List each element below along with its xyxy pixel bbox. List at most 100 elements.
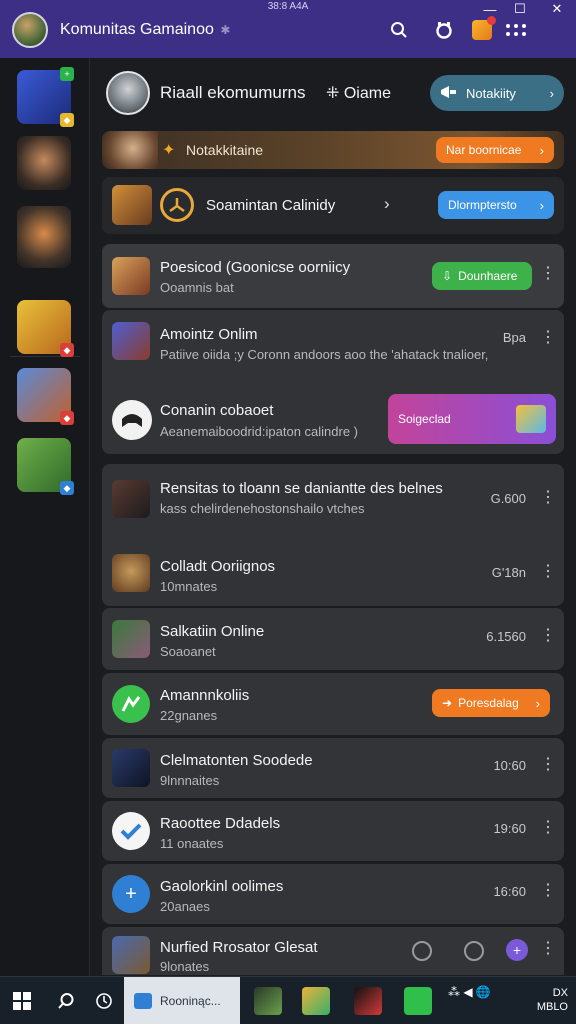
community-logo-icon <box>160 188 194 222</box>
item-time: 6.1560 <box>486 629 526 644</box>
rail-game-2[interactable] <box>17 136 71 190</box>
rail-game-4[interactable]: ◆ <box>17 300 74 357</box>
feed-action-button[interactable]: ➜ Poresdalag › <box>432 689 550 717</box>
item-subtitle: Soaoanet <box>160 644 216 659</box>
chevron-right-icon: › <box>539 142 544 158</box>
community-avatar[interactable] <box>106 71 150 115</box>
community-label: Soamintan Calinidy <box>206 197 336 214</box>
item-subtitle: 11 onaates <box>160 836 224 851</box>
maximize-button[interactable]: ☐ <box>506 0 534 18</box>
community-header: Riaall ekomumurns ⁜ Oiame Notakiity › <box>90 58 576 128</box>
location-icon[interactable] <box>412 941 432 961</box>
controller-icon <box>112 400 152 440</box>
list-item[interactable]: Poesicod (Goonicse oorniicy Ooamnis bat … <box>102 244 564 308</box>
item-time: G'18n <box>491 565 526 580</box>
community-button[interactable]: Dlormptersto › <box>438 191 554 219</box>
item-title: Colladt Ooriignos <box>160 558 276 575</box>
more-options-icon[interactable]: ⋮ <box>540 941 556 957</box>
list-item[interactable]: Salkatiin Online Soaoanet 6.1560 ⋮ <box>102 608 564 670</box>
item-subtitle: Ooamnis bat <box>160 280 234 295</box>
more-options-icon[interactable]: ⋮ <box>540 883 556 899</box>
list-item[interactable]: Nurfied Rrosator Glesat 9lonates + ⋮ <box>102 927 564 975</box>
more-options-icon[interactable]: ⋮ <box>540 490 556 506</box>
item-thumb <box>112 480 150 518</box>
more-options-icon[interactable]: ⋮ <box>540 266 556 282</box>
item-thumb <box>112 257 150 295</box>
system-tray[interactable]: ⁂ ◀ 🌐 <box>448 985 491 999</box>
community-thumb <box>112 185 152 225</box>
rail-game-1[interactable]: + ◆ <box>17 67 74 127</box>
taskbar-map-icon[interactable] <box>302 987 330 1015</box>
rail-game-3[interactable] <box>17 206 71 268</box>
taskbar-chat-icon[interactable] <box>404 987 432 1015</box>
item-thumb <box>112 554 150 592</box>
announcement-banner[interactable]: ✦ Notakkitaine Nar boornicae › <box>102 131 564 169</box>
search-icon[interactable] <box>387 18 411 42</box>
badge-icon: ◆ <box>60 481 74 495</box>
taskbar-shooter-icon[interactable] <box>354 987 382 1015</box>
list-item[interactable]: Rensitas to tloann se daniantte des beln… <box>102 464 564 606</box>
item-title: Raoottee Ddadels <box>160 815 281 832</box>
more-options-icon[interactable]: ⋮ <box>540 330 556 346</box>
item-title: Amointz Onlim <box>160 326 258 343</box>
title-bar: 38:8 A4A Komunitas Gamainoo ✱ — ☐ ✕ <box>0 0 576 58</box>
item-thumb <box>112 749 150 787</box>
more-options-icon[interactable]: ⋮ <box>540 757 556 773</box>
task-view-icon[interactable] <box>90 987 118 1015</box>
search-icon[interactable] <box>52 987 80 1015</box>
app-title: Komunitas Gamainoo ✱ <box>60 21 231 38</box>
list-item[interactable]: + Gaolorkinl oolimes 20anaes 16:60 ⋮ <box>102 864 564 924</box>
rail-game-6[interactable]: ◆ <box>17 438 74 495</box>
star-icon: ✦ <box>162 142 176 159</box>
more-options-icon[interactable]: ⋮ <box>540 564 556 580</box>
item-title: Clelmatonten Soodede <box>160 752 313 769</box>
community-title: Riaall ekomumurns <box>160 83 306 102</box>
chevron-right-icon: › <box>549 85 554 101</box>
item-thumb <box>112 322 150 360</box>
list-item[interactable]: Clelmatonten Soodede 9lnnnaites 10:60 ⋮ <box>102 738 564 798</box>
notification-dot <box>487 16 496 25</box>
grid-icon[interactable] <box>504 18 528 42</box>
badge-icon: ◆ <box>60 343 74 357</box>
rail-game-5[interactable]: ◆ <box>17 368 74 425</box>
windows-start-icon[interactable] <box>8 987 36 1015</box>
item-subtitle: 20anaes <box>160 899 210 914</box>
item-time: 16:60 <box>493 884 526 899</box>
item-time: 10:60 <box>493 758 526 773</box>
puzzle-icon <box>112 685 150 723</box>
notify-button[interactable]: Notakiity › <box>430 75 564 111</box>
community-row[interactable]: Soamintan Calinidy › Dlormptersto › <box>102 177 564 234</box>
gift-box-icon <box>516 405 546 433</box>
item-subtitle: kass chelirdenehostonshailo vtches <box>160 501 365 516</box>
item-title: Rensitas to tloann se daniantte des beln… <box>160 480 443 497</box>
headset-icon[interactable] <box>432 18 456 42</box>
download-button[interactable]: ⇩ Dounhaere <box>432 262 532 290</box>
list-item[interactable]: Amointz Onlim Patiive oiida ;y Coronn an… <box>102 310 564 454</box>
taskbar-game-icon[interactable] <box>254 987 282 1015</box>
chevron-right-icon[interactable]: › <box>384 194 390 214</box>
gift-icon[interactable] <box>470 16 496 42</box>
banner-label: Notakkitaine <box>186 142 264 158</box>
more-options-icon[interactable]: ⋮ <box>540 628 556 644</box>
item-subtitle: 9lnnnaites <box>160 773 220 788</box>
app-avatar[interactable] <box>12 12 48 48</box>
pin-icon[interactable]: ✱ <box>220 23 230 37</box>
signup-button[interactable]: Soigeclad <box>388 394 556 444</box>
item-title: Conanin cobaoet <box>160 402 274 419</box>
badge-icon: ◆ <box>60 411 74 425</box>
add-icon[interactable]: + <box>506 939 528 961</box>
chat-icon[interactable] <box>464 941 484 961</box>
list-item[interactable]: Raoottee Ddadels 11 onaates 19:60 ⋮ <box>102 801 564 861</box>
more-options-icon[interactable]: ⋮ <box>540 820 556 836</box>
megaphone-icon <box>440 85 458 102</box>
taskbar-active-app[interactable]: Rooninąc... <box>124 977 240 1024</box>
list-item[interactable]: Amannnkoliis 22gnanes ➜ Poresdalag › <box>102 673 564 735</box>
item-title: Salkatiin Online <box>160 623 265 640</box>
item-time: 19:60 <box>493 821 526 836</box>
banner-button[interactable]: Nar boornicae › <box>436 137 554 163</box>
taskbar-clock[interactable]: DX MBLO <box>537 986 568 1014</box>
close-button[interactable]: ✕ <box>543 0 571 18</box>
item-subtitle: 9lonates <box>160 959 210 974</box>
badge-icon: ◆ <box>60 113 74 127</box>
check-icon <box>112 812 150 850</box>
